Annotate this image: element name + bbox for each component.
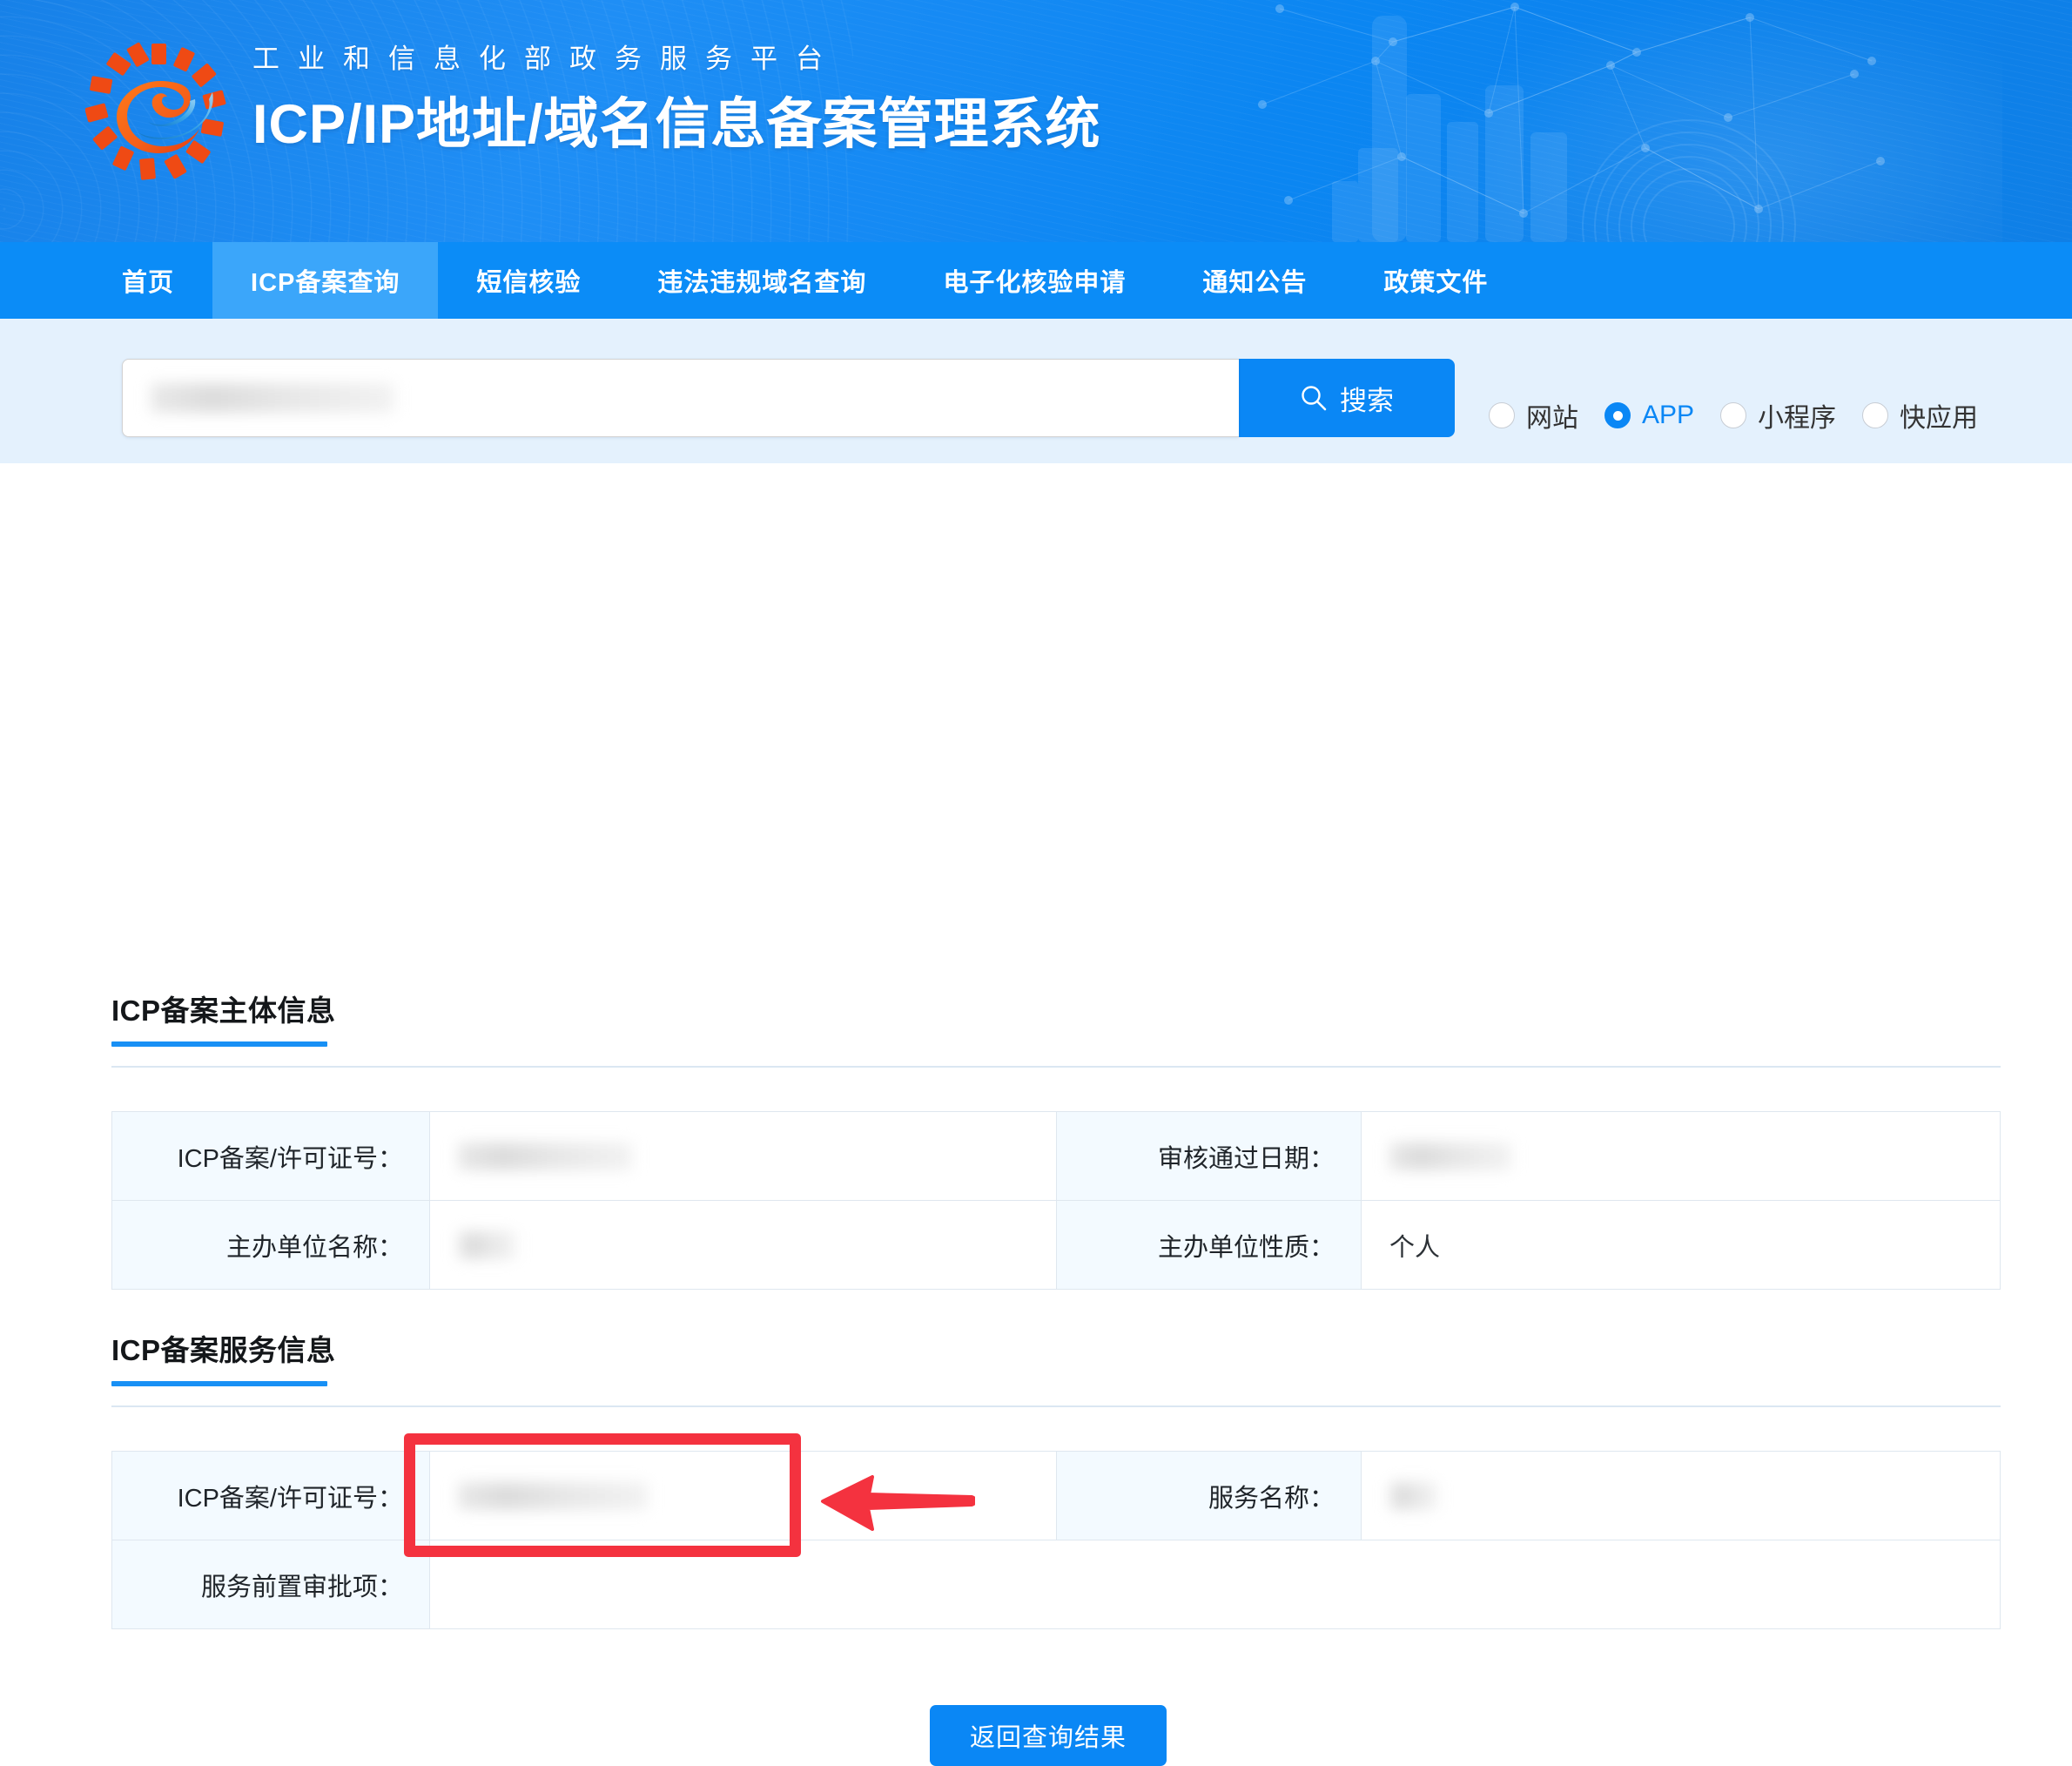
- cell-label-service-icp-license-number: ICP备案/许可证号：: [111, 1451, 430, 1540]
- cell-label-service-preapproval: 服务前置审批项：: [111, 1540, 430, 1629]
- search-input-redacted-value: [151, 383, 394, 413]
- section-title-service-info: ICP备案服务信息: [111, 1334, 336, 1366]
- table-service-info: ICP备案/许可证号： 服务名称： 服务前置审批项：: [111, 1451, 2001, 1629]
- header-text-block: 工业和信息化部政务服务平台 ICP/IP地址/域名信息备案管理系统: [252, 45, 1101, 152]
- radio-label-website: 网站: [1526, 404, 1578, 433]
- table-subject-info: ICP备案/许可证号： 审核通过日期： 主办单位名称： 主办单位性质： 个人: [111, 1111, 2001, 1290]
- redacted-value: [1389, 1482, 1436, 1511]
- radio-label-app: APP: [1642, 401, 1695, 429]
- redacted-value: [458, 1143, 632, 1171]
- radio-label-miniprogram: 小程序: [1758, 404, 1837, 433]
- radio-option-quickapp[interactable]: 快应用: [1862, 396, 1978, 435]
- cell-value-service-name: [1361, 1451, 2001, 1540]
- redacted-value: [458, 1231, 515, 1260]
- radio-dot-app[interactable]: [1604, 402, 1631, 428]
- cell-label-sponsor-name: 主办单位名称：: [111, 1200, 430, 1290]
- section-header-subject-info: ICP备案主体信息: [111, 996, 336, 1047]
- nav-items-container: 首页 ICP备案查询 短信核验 违法违规域名查询 电子化核验申请 通知公告 政策…: [84, 242, 1526, 319]
- cell-value-service-icp-license-number: [429, 1451, 1057, 1540]
- section-divider-subject-info: [111, 1066, 2001, 1068]
- site-header: 工业和信息化部政务服务平台 ICP/IP地址/域名信息备案管理系统: [0, 0, 2072, 242]
- cell-label-icp-license-number: ICP备案/许可证号：: [111, 1111, 430, 1201]
- search-icon: [1302, 386, 1327, 411]
- cell-value-sponsor-type: 个人: [1361, 1200, 2001, 1290]
- cell-label-sponsor-type: 主办单位性质：: [1056, 1200, 1362, 1290]
- cell-value-sponsor-name: [429, 1200, 1057, 1290]
- section-divider-service-info: [111, 1405, 2001, 1407]
- cell-value-icp-license-number: [429, 1111, 1057, 1201]
- radio-option-miniprogram[interactable]: 小程序: [1720, 396, 1836, 435]
- cell-label-service-name: 服务名称：: [1056, 1451, 1362, 1540]
- header-glow: [1393, 0, 2002, 242]
- table-row: ICP备案/许可证号： 审核通过日期：: [111, 1111, 2001, 1201]
- nav-item-e-verification-apply[interactable]: 电子化核验申请: [905, 242, 1164, 319]
- page-root: 工业和信息化部政务服务平台 ICP/IP地址/域名信息备案管理系统 首页 ICP…: [0, 0, 2072, 1766]
- radio-dot-quickapp[interactable]: [1862, 402, 1889, 428]
- nav-item-policy-docs[interactable]: 政策文件: [1345, 242, 1526, 319]
- nav-item-sms-verify[interactable]: 短信核验: [438, 242, 619, 319]
- table-row: 服务前置审批项：: [111, 1540, 2001, 1629]
- nav-item-icp-query[interactable]: ICP备案查询: [212, 242, 439, 319]
- cell-value-approval-date: [1361, 1111, 2001, 1201]
- radio-dot-miniprogram[interactable]: [1720, 402, 1747, 428]
- cell-value-service-preapproval: [429, 1540, 2001, 1629]
- miit-logo-icon: [85, 42, 226, 180]
- radio-option-app[interactable]: APP: [1604, 401, 1694, 430]
- search-type-radio-group: 网站 APP 小程序 快应用: [1489, 396, 1978, 435]
- main-navigation: 首页 ICP备案查询 短信核验 违法违规域名查询 电子化核验申请 通知公告 政策…: [0, 242, 2072, 319]
- section-underline-subject-info: [111, 1041, 327, 1047]
- nav-item-home[interactable]: 首页: [84, 242, 212, 319]
- search-input[interactable]: [122, 359, 1239, 437]
- section-underline-service-info: [111, 1381, 327, 1386]
- nav-item-announcements[interactable]: 通知公告: [1164, 242, 1345, 319]
- radio-option-website[interactable]: 网站: [1489, 396, 1578, 435]
- table-row: 主办单位名称： 主办单位性质： 个人: [111, 1200, 2001, 1290]
- back-to-results-button[interactable]: 返回查询结果: [930, 1705, 1167, 1766]
- cell-label-approval-date: 审核通过日期：: [1056, 1111, 1362, 1201]
- back-to-results-label: 返回查询结果: [969, 1724, 1127, 1752]
- section-title-subject-info: ICP备案主体信息: [111, 994, 336, 1027]
- search-button-label: 搜索: [1340, 385, 1394, 416]
- header-subtitle: 工业和信息化部政务服务平台: [252, 44, 841, 74]
- nav-item-illegal-domain-query[interactable]: 违法违规域名查询: [619, 242, 905, 319]
- header-title: ICP/IP地址/域名信息备案管理系统: [252, 94, 1101, 155]
- radio-label-quickapp: 快应用: [1900, 404, 1979, 433]
- radio-dot-website[interactable]: [1489, 402, 1515, 428]
- section-header-service-info: ICP备案服务信息: [111, 1336, 336, 1386]
- search-button[interactable]: 搜索: [1239, 359, 1455, 437]
- search-row: 搜索: [122, 359, 1455, 437]
- table-row: ICP备案/许可证号： 服务名称：: [111, 1451, 2001, 1540]
- redacted-value: [1389, 1143, 1511, 1171]
- redacted-value: [458, 1482, 648, 1511]
